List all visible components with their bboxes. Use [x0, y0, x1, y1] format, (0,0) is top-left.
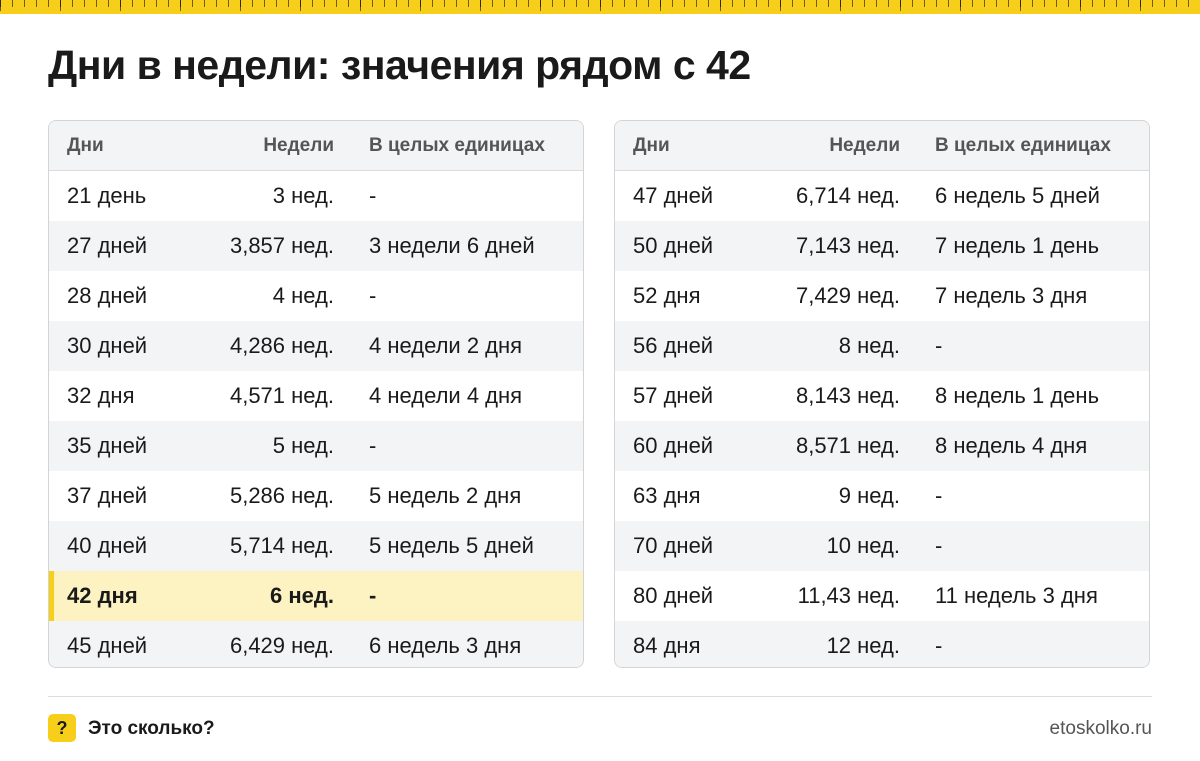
cell-days: 37 дней [67, 483, 148, 508]
cell-whole: 7 недель 3 дня [935, 283, 1088, 308]
table-row: 37 дней 5,286 нед. 5 недель 2 дня [49, 471, 583, 521]
footer-site-link[interactable]: etoskolko.ru [1050, 718, 1152, 740]
cell-whole: 6 недель 3 дня [369, 633, 522, 658]
table-row: 28 дней 4 нед. - [49, 271, 583, 321]
cell-weeks: 11,43 нед. [797, 583, 900, 608]
table-row: 27 дней 3,857 нед. 3 недели 6 дней [49, 221, 583, 271]
cell-weeks: 3,857 нед. [229, 233, 334, 258]
table-row: 63 дня 9 нед. - [615, 471, 1149, 521]
header-days: Дни [633, 134, 670, 156]
cell-weeks: 5,286 нед. [229, 483, 334, 508]
table-row: 70 дней 10 нед. - [615, 521, 1149, 571]
cell-weeks: 5 нед. [272, 433, 334, 458]
cell-whole: 5 недель 5 дней [369, 533, 534, 558]
question-mark-icon: ? [48, 714, 76, 742]
cell-whole: - [935, 483, 943, 508]
cell-whole: - [935, 333, 943, 358]
cell-whole: 6 недель 5 дней [935, 183, 1100, 208]
cell-weeks: 8 нед. [838, 333, 900, 358]
cell-days: 35 дней [67, 433, 148, 458]
ruler-strip [0, 0, 1200, 14]
table-row: 45 дней 6,429 нед. 6 недель 3 дня [49, 621, 583, 667]
table-row: 40 дней 5,714 нед. 5 недель 5 дней [49, 521, 583, 571]
cell-weeks: 4,286 нед. [229, 333, 334, 358]
cell-weeks: 8,143 нед. [795, 383, 900, 408]
cell-days: 60 дней [633, 433, 714, 458]
cell-days: 80 дней [633, 583, 714, 608]
cell-whole: 4 недели 2 дня [369, 333, 523, 358]
footer-brand: Это сколько? [88, 718, 215, 739]
cell-weeks: 12 нед. [826, 633, 900, 658]
table-row: 80 дней 11,43 нед. 11 недель 3 дня [615, 571, 1149, 621]
cell-weeks: 6,714 нед. [795, 183, 900, 208]
table-row: 57 дней 8,143 нед. 8 недель 1 день [615, 371, 1149, 421]
cell-weeks: 7,429 нед. [795, 283, 900, 308]
cell-days: 42 дня [67, 583, 138, 608]
cell-weeks: 6,429 нед. [229, 633, 334, 658]
days-weeks-table-right: Дни Недели В целых единицах 47 дней 6,71… [614, 120, 1150, 668]
cell-days: 21 день [67, 183, 147, 208]
cell-whole: - [369, 183, 377, 208]
table-row: 32 дня 4,571 нед. 4 недели 4 дня [49, 371, 583, 421]
cell-days: 45 дней [67, 633, 148, 658]
cell-whole: 11 недель 3 дня [935, 583, 1098, 608]
cell-weeks: 10 нед. [826, 533, 900, 558]
cell-days: 32 дня [67, 383, 135, 408]
header-weeks: Недели [829, 134, 900, 156]
cell-days: 27 дней [67, 233, 148, 258]
cell-days: 50 дней [633, 233, 714, 258]
cell-weeks: 3 нед. [272, 183, 334, 208]
cell-days: 47 дней [633, 183, 714, 208]
cell-days: 70 дней [633, 533, 714, 558]
cell-whole: - [369, 583, 377, 608]
cell-whole: 8 недель 4 дня [935, 433, 1088, 458]
table-row: 50 дней 7,143 нед. 7 недель 1 день [615, 221, 1149, 271]
cell-whole: - [935, 633, 943, 658]
days-weeks-table-left: Дни Недели В целых единицах 21 день 3 не… [48, 120, 584, 668]
cell-days: 84 дня [633, 633, 701, 658]
cell-days: 57 дней [633, 383, 714, 408]
cell-whole: 4 недели 4 дня [369, 383, 523, 408]
header-days: Дни [67, 134, 104, 156]
header-whole: В целых единицах [369, 134, 545, 156]
table-row-highlighted: 42 дня 6 нед. - [49, 571, 583, 621]
cell-weeks: 5,714 нед. [229, 533, 334, 558]
cell-weeks: 9 нед. [838, 483, 900, 508]
cell-days: 52 дня [633, 283, 701, 308]
footer-divider [48, 696, 1152, 697]
cell-weeks: 6 нед. [270, 583, 334, 608]
table-row: 56 дней 8 нед. - [615, 321, 1149, 371]
table-row: 35 дней 5 нед. - [49, 421, 583, 471]
cell-weeks: 8,571 нед. [795, 433, 900, 458]
cell-whole: - [369, 283, 377, 308]
cell-days: 63 дня [633, 483, 701, 508]
cell-whole: 7 недель 1 день [935, 233, 1100, 258]
cell-whole: 3 недели 6 дней [369, 233, 535, 258]
cell-whole: 8 недель 1 день [935, 383, 1100, 408]
table-row: 60 дней 8,571 нед. 8 недель 4 дня [615, 421, 1149, 471]
cell-days: 56 дней [633, 333, 714, 358]
cell-weeks: 4 нед. [272, 283, 334, 308]
table-row: 21 день 3 нед. - [49, 171, 583, 221]
cell-days: 40 дней [67, 533, 148, 558]
cell-weeks: 7,143 нед. [795, 233, 900, 258]
table-header: Дни Недели В целых единицах [615, 121, 1149, 171]
cell-days: 30 дней [67, 333, 148, 358]
page-title: Дни в недели: значения рядом с 42 [48, 42, 751, 88]
cell-weeks: 4,571 нед. [229, 383, 334, 408]
cell-whole: 5 недель 2 дня [369, 483, 522, 508]
header-whole: В целых единицах [935, 134, 1111, 156]
table-row: 84 дня 12 нед. - [615, 621, 1149, 667]
table-header: Дни Недели В целых единицах [49, 121, 583, 171]
cell-whole: - [935, 533, 943, 558]
header-weeks: Недели [263, 134, 334, 156]
cell-days: 28 дней [67, 283, 148, 308]
cell-whole: - [369, 433, 377, 458]
table-row: 30 дней 4,286 нед. 4 недели 2 дня [49, 321, 583, 371]
ruler-major-ticks [0, 0, 1200, 14]
table-row: 47 дней 6,714 нед. 6 недель 5 дней [615, 171, 1149, 221]
table-row: 52 дня 7,429 нед. 7 недель 3 дня [615, 271, 1149, 321]
